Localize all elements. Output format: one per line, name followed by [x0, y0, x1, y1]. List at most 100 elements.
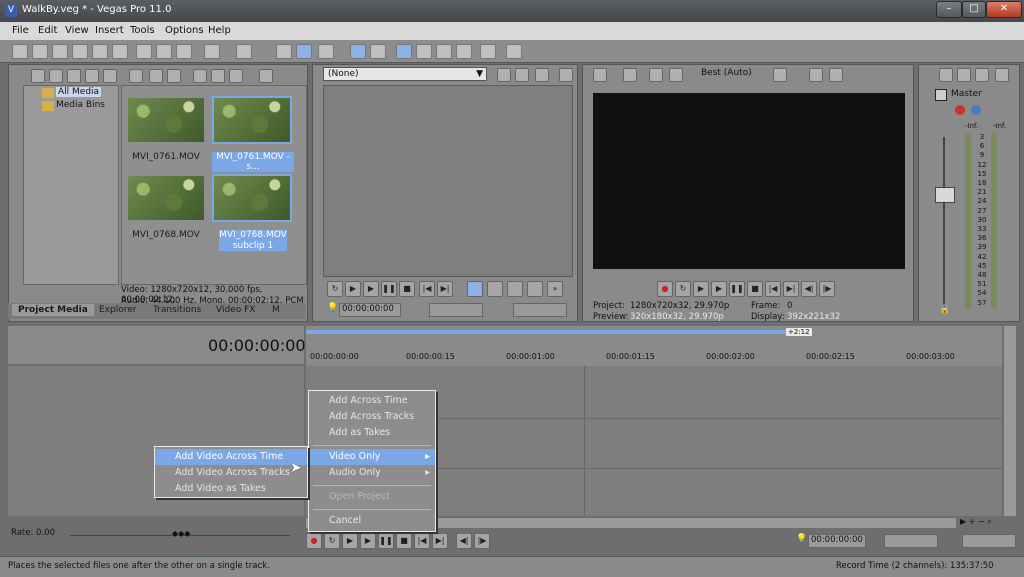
copy-icon[interactable]	[156, 44, 172, 59]
import-media-icon[interactable]	[31, 69, 45, 83]
menu-item-video-only[interactable]: Video Only ▸	[309, 449, 435, 465]
close-button[interactable]: ✕	[986, 1, 1022, 18]
add-to-timeline-icon[interactable]	[467, 281, 483, 297]
get-media-web-icon[interactable]	[67, 69, 81, 83]
prev-frame-icon[interactable]: ◀|	[801, 281, 817, 297]
help-pointer-icon[interactable]	[506, 44, 522, 59]
record-icon[interactable]: ●	[306, 533, 322, 549]
new-icon[interactable]	[12, 44, 28, 59]
paste-icon[interactable]	[176, 44, 192, 59]
overlays-icon[interactable]	[773, 68, 787, 82]
play-icon[interactable]: ▶	[711, 281, 727, 297]
open-icon[interactable]	[32, 44, 48, 59]
loop-icon[interactable]: ↻	[675, 281, 691, 297]
trimmer-view-icon[interactable]	[559, 68, 573, 82]
event-pan-crop-icon[interactable]	[436, 44, 452, 59]
go-start-icon[interactable]: |◀	[419, 281, 435, 297]
loop-icon[interactable]: ↻	[324, 533, 340, 549]
menu-file[interactable]: File	[12, 25, 29, 36]
views-icon[interactable]	[259, 69, 273, 83]
auto-ripple-icon[interactable]	[350, 44, 366, 59]
tab-more[interactable]: M	[272, 305, 280, 315]
preview-fx-icon[interactable]	[649, 68, 663, 82]
lock-envelopes-icon[interactable]	[370, 44, 386, 59]
play-from-start-icon[interactable]: ▶	[345, 281, 361, 297]
media-fx-icon[interactable]	[167, 69, 181, 83]
save-as-icon[interactable]	[72, 44, 88, 59]
external-monitor-icon[interactable]	[623, 68, 637, 82]
go-end-icon[interactable]: ▶|	[437, 281, 453, 297]
master-tool-icon[interactable]	[957, 68, 971, 82]
pause-icon[interactable]: ❚❚	[381, 281, 397, 297]
next-frame-icon[interactable]: |▶	[474, 533, 490, 549]
master-tool-icon[interactable]	[939, 68, 953, 82]
minimize-button[interactable]: –	[936, 1, 962, 18]
menu-item-add-video-as-takes[interactable]: Add Video as Takes	[155, 481, 307, 497]
save-icon[interactable]	[52, 44, 68, 59]
stop-icon[interactable]: ■	[396, 533, 412, 549]
play-from-start-icon[interactable]: ▶	[693, 281, 709, 297]
next-frame-icon[interactable]: |▶	[819, 281, 835, 297]
cut-icon[interactable]	[136, 44, 152, 59]
trimmer-out-field[interactable]	[513, 303, 567, 317]
menu-item-audio-only[interactable]: Audio Only ▸	[309, 465, 435, 481]
menu-tools[interactable]: Tools	[130, 25, 155, 36]
menu-item-add-video-across-tracks[interactable]: Add Video Across Tracks	[155, 465, 307, 481]
markers-icon[interactable]	[480, 44, 496, 59]
menu-item-add-across-tracks[interactable]: Add Across Tracks	[309, 409, 435, 425]
media-bin-icon[interactable]	[103, 69, 117, 83]
trimmer-dropdown[interactable]: (None) ▼	[323, 67, 487, 81]
selection-tool-icon[interactable]	[318, 44, 334, 59]
rate-slider-handle[interactable]: ◆◆◆	[172, 529, 190, 538]
record-icon[interactable]: ●	[657, 281, 673, 297]
render-icon[interactable]	[92, 44, 108, 59]
tab-project-media[interactable]: Project Media	[12, 304, 94, 316]
menu-view[interactable]: View	[65, 25, 89, 36]
prev-frame-icon[interactable]: ◀|	[456, 533, 472, 549]
selection-length-field[interactable]	[962, 534, 1016, 548]
zoom-icon[interactable]	[456, 44, 472, 59]
menu-item-add-video-across-time[interactable]: Add Video Across Time	[155, 449, 307, 465]
maximize-button[interactable]: □	[962, 1, 986, 18]
media-thumbnail[interactable]	[128, 98, 204, 142]
trimmer-view[interactable]	[323, 85, 573, 277]
menu-edit[interactable]: Edit	[38, 25, 57, 36]
snapping-icon[interactable]	[396, 44, 412, 59]
menu-item-add-across-time[interactable]: Add Across Time	[309, 393, 435, 409]
cursor-time-field[interactable]: 00:00:00:00	[808, 534, 866, 548]
play-from-start-icon[interactable]: ▶	[342, 533, 358, 549]
pause-icon[interactable]: ❚❚	[729, 281, 745, 297]
tab-explorer[interactable]: Explorer	[99, 305, 136, 315]
media-play-icon[interactable]	[193, 69, 207, 83]
fit-icon[interactable]	[527, 281, 543, 297]
add-before-icon[interactable]	[507, 281, 523, 297]
master-checkbox[interactable]	[935, 89, 947, 101]
tree-media-bins[interactable]: Media Bins	[56, 100, 105, 110]
menu-insert[interactable]: Insert	[95, 25, 124, 36]
zoom-controls[interactable]: ▶ + − ⌕	[960, 517, 1016, 529]
pause-icon[interactable]: ❚❚	[378, 533, 394, 549]
media-thumbnail[interactable]	[212, 96, 292, 144]
copy-snapshot-icon[interactable]	[809, 68, 823, 82]
selection-start-field[interactable]	[884, 534, 938, 548]
stop-icon[interactable]: ■	[747, 281, 763, 297]
menu-item-cancel[interactable]: Cancel	[309, 513, 435, 529]
split-screen-icon[interactable]	[669, 68, 683, 82]
tab-transitions[interactable]: Transitions	[153, 305, 201, 315]
capture-video-icon[interactable]	[49, 69, 63, 83]
auto-crossfade-icon[interactable]	[416, 44, 432, 59]
save-snapshot-icon[interactable]	[829, 68, 843, 82]
master-mute-icon[interactable]	[971, 105, 981, 115]
preview-quality[interactable]: Best (Auto)	[701, 68, 752, 78]
trimmer-close-icon[interactable]	[535, 68, 549, 82]
stop-icon[interactable]: ■	[399, 281, 415, 297]
go-start-icon[interactable]: |◀	[414, 533, 430, 549]
go-end-icon[interactable]: ▶|	[783, 281, 799, 297]
more-icon[interactable]: »	[547, 281, 563, 297]
lock-icon[interactable]: 🔒	[939, 305, 950, 315]
vegas-app-icon[interactable]: V	[5, 4, 17, 17]
preview-properties-icon[interactable]	[593, 68, 607, 82]
auto-preview-icon[interactable]	[229, 69, 243, 83]
properties-icon[interactable]	[112, 44, 128, 59]
undo-icon[interactable]	[204, 44, 220, 59]
